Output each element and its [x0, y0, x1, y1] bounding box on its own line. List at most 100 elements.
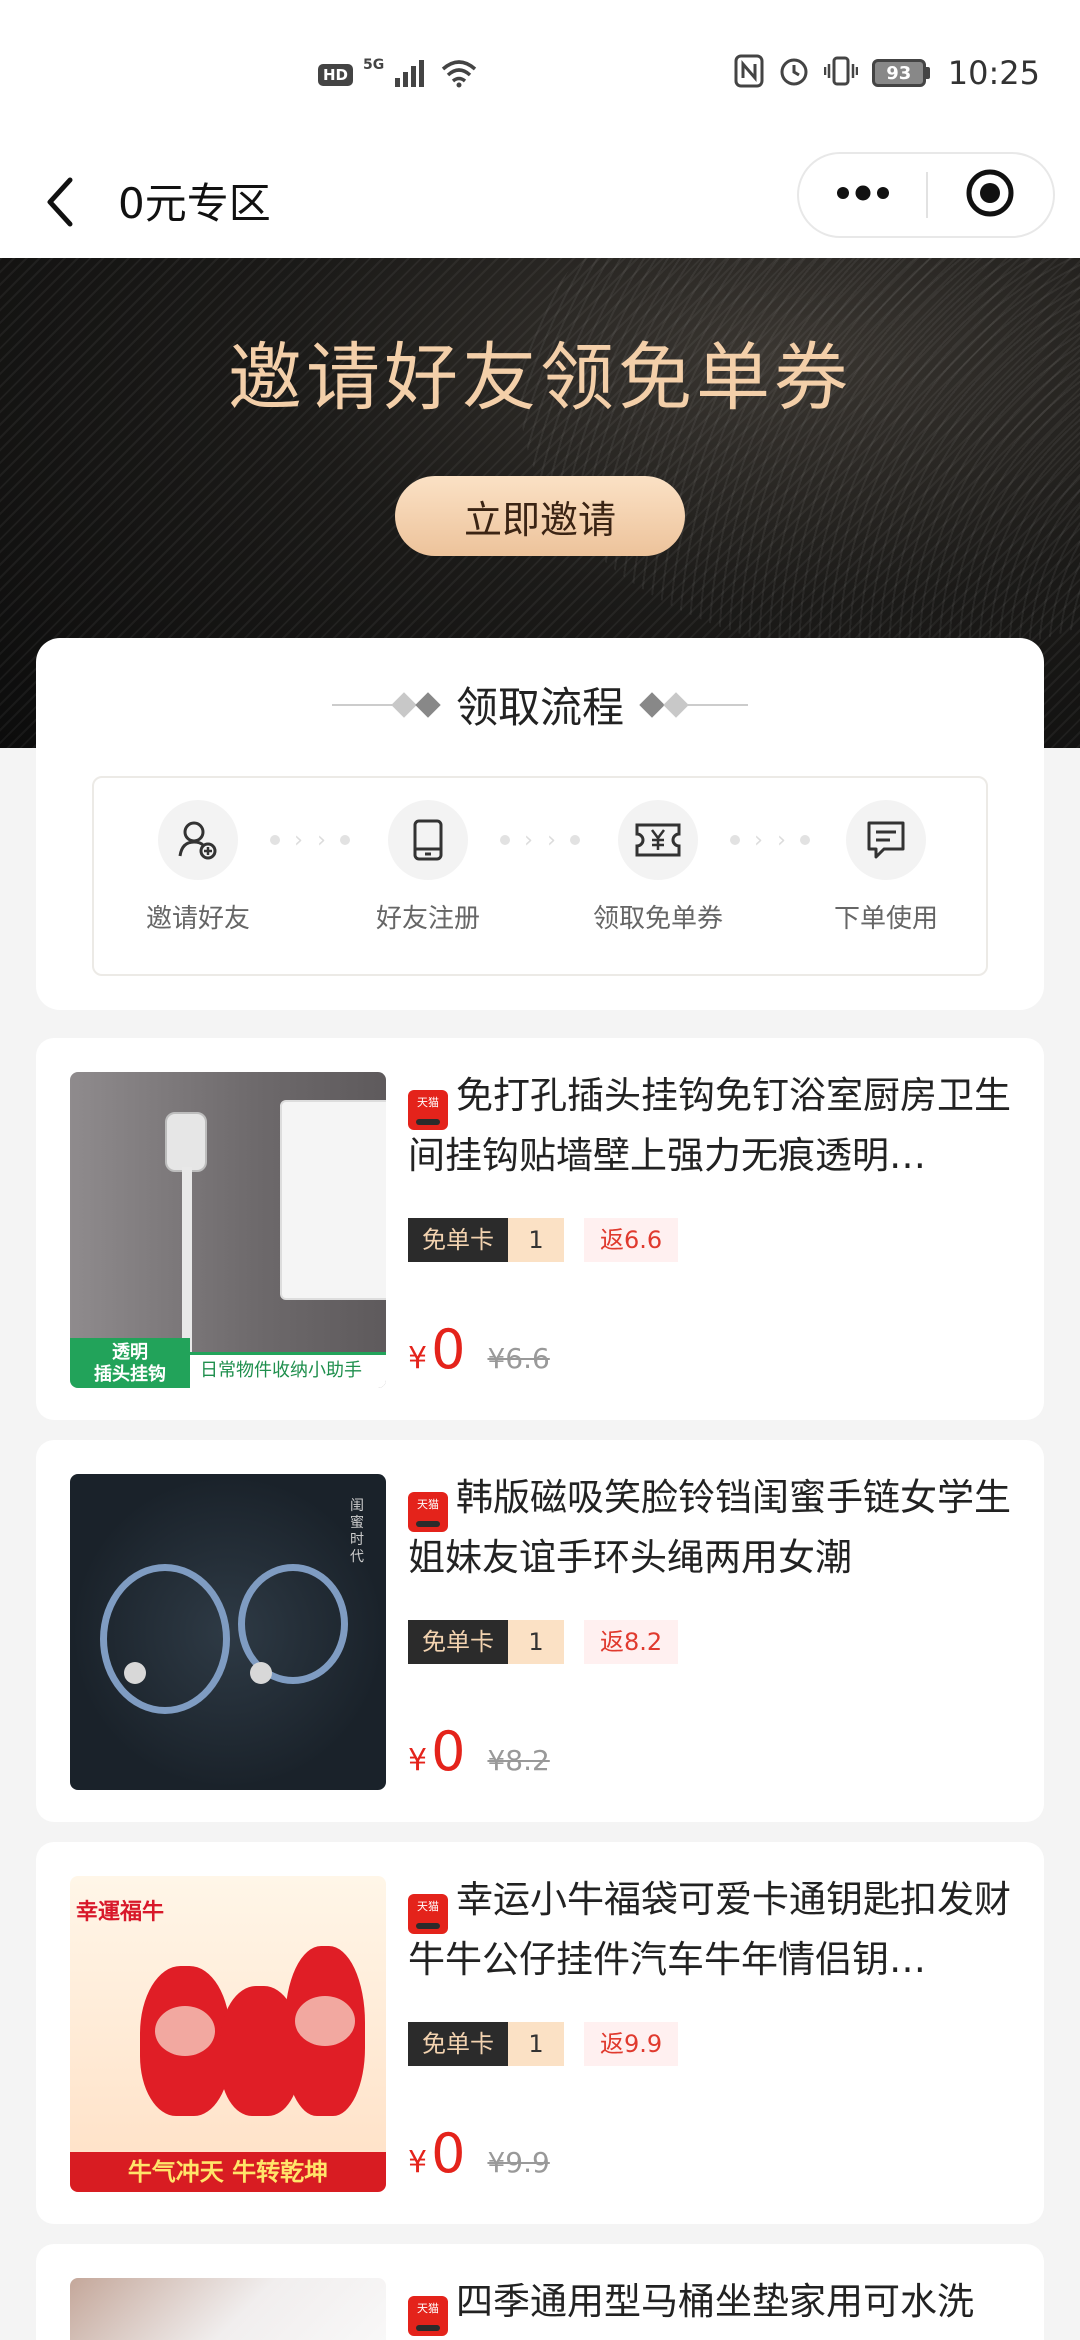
price-row: ¥ 0 ¥6.6	[408, 1318, 550, 1381]
voucher-row: 免单卡 1 返9.9	[408, 2022, 679, 2066]
hook-graphic	[165, 1112, 207, 1172]
thumb-tag-line2: 插头挂钩	[94, 1364, 166, 1385]
step-label: 下单使用	[833, 904, 938, 934]
chevron-left-icon	[45, 176, 75, 232]
current-price: 0	[431, 2122, 466, 2185]
step-label: 领取免单券	[592, 904, 723, 934]
heading-decoration-right	[639, 691, 748, 718]
status-bar: HD 5G 93 10:25	[0, 0, 1080, 150]
step-invite-friend: 邀请好友	[98, 800, 298, 935]
product-title[interactable]: 天猫 免打孔插头挂钩免钉浴室厨房卫生间挂钩贴墙壁上强力无痕透明…	[408, 1070, 1028, 1182]
wifi-icon	[440, 58, 478, 92]
process-heading: 领取流程	[36, 674, 1044, 735]
heading-decoration-left	[331, 691, 441, 718]
more-dots-icon	[835, 185, 891, 205]
nav-bar: 0元专区	[0, 150, 1080, 258]
more-button[interactable]	[799, 154, 926, 236]
voucher-count: 1	[508, 1218, 564, 1262]
product-card[interactable]: 天猫 四季通用型马桶坐垫家用可水洗	[36, 2244, 1044, 2340]
step-friend-register: 好友注册	[328, 800, 528, 935]
cow-face-graphic	[155, 2006, 215, 2056]
product-image[interactable]: 透明 插头挂钩 日常物件收纳小助手	[70, 1072, 386, 1388]
page-title: 0元专区	[118, 179, 271, 228]
battery-indicator: 93	[871, 59, 930, 87]
currency-symbol: ¥	[408, 1743, 428, 1778]
product-image[interactable]: 幸運福牛 牛气冲天 牛转乾坤	[70, 1876, 386, 2192]
phone-icon	[388, 800, 468, 880]
step-order-use: 下单使用	[786, 800, 986, 935]
thumb-vertical-text: 闺蜜时代	[350, 1498, 364, 1565]
mini-program-capsule	[797, 152, 1055, 238]
voucher-label: 免单卡	[408, 2022, 508, 2066]
product-card[interactable]: 闺蜜时代 天猫 韩版磁吸笑脸铃铛闺蜜手链女学生姐妹友谊手环头绳两用女潮 免单卡 1…	[36, 1440, 1044, 1822]
tmall-badge-icon: 天猫	[408, 1894, 448, 1934]
step-label: 邀请好友	[145, 904, 250, 934]
product-image[interactable]: 闺蜜时代	[70, 1474, 386, 1790]
user-add-icon	[158, 800, 238, 880]
voucher-row: 免单卡 1 返8.2	[408, 1620, 679, 1664]
clock-time: 10:25	[947, 54, 1040, 92]
message-order-icon	[846, 800, 926, 880]
steps-box: 邀请好友 › › 好友注册 › › 领取免单券 › › 下单使用	[92, 776, 988, 976]
alarm-icon	[778, 55, 810, 91]
bead-graphic	[124, 1662, 146, 1684]
step-label: 好友注册	[375, 904, 480, 934]
cow-face-graphic	[295, 1996, 355, 2046]
original-price: ¥8.2	[487, 1744, 550, 1777]
rebate-badge: 返8.2	[584, 1620, 679, 1664]
original-price: ¥9.9	[487, 2146, 550, 2179]
voucher-count: 1	[508, 2022, 564, 2066]
hd-badge: HD	[318, 64, 354, 86]
invite-now-button[interactable]: 立即邀请	[395, 476, 685, 556]
vibrate-icon	[823, 55, 859, 91]
product-title[interactable]: 天猫 幸运小牛福袋可爱卡通钥匙扣发财牛牛公仔挂件汽车牛年情侣钥…	[408, 1874, 1028, 1986]
thumb-top-text: 幸運福牛	[76, 1900, 165, 1925]
banner-title: 邀请好友领免单券	[228, 335, 852, 421]
thumb-tag: 透明 插头挂钩	[70, 1338, 190, 1388]
signal-icon	[394, 58, 430, 92]
wall-socket-graphic	[280, 1100, 386, 1300]
process-title: 领取流程	[455, 683, 624, 732]
voucher-row: 免单卡 1 返6.6	[408, 1218, 679, 1262]
rebate-badge: 返9.9	[584, 2022, 679, 2066]
product-card[interactable]: 透明 插头挂钩 日常物件收纳小助手 天猫 免打孔插头挂钩免钉浴室厨房卫生间挂钩贴墙…	[36, 1038, 1044, 1420]
process-card: 领取流程 邀请好友 › › 好友注册 › › 领取免单券 › › 下单使用	[36, 638, 1044, 1010]
close-button[interactable]	[928, 154, 1053, 236]
voucher-count: 1	[508, 1620, 564, 1664]
battery-tip	[925, 67, 930, 79]
tmall-badge-icon: 天猫	[408, 1090, 448, 1130]
nfc-icon	[734, 54, 764, 92]
product-title-text: 幸运小牛福袋可爱卡通钥匙扣发财牛牛公仔挂件汽车牛年情侣钥…	[408, 1878, 1011, 1981]
ticket-yen-icon	[618, 800, 698, 880]
tmall-badge-icon: 天猫	[408, 2296, 448, 2336]
network-label: 5G	[363, 57, 385, 73]
current-price: 0	[431, 1720, 466, 1783]
battery-level: 93	[871, 59, 926, 87]
product-title[interactable]: 天猫 韩版磁吸笑脸铃铛闺蜜手链女学生姐妹友谊手环头绳两用女潮	[408, 1472, 1028, 1584]
bead-graphic	[250, 1662, 272, 1684]
product-image[interactable]	[70, 2278, 386, 2340]
status-left: HD 5G	[318, 57, 478, 92]
currency-symbol: ¥	[408, 1341, 428, 1376]
status-right: 93 10:25	[734, 54, 1040, 92]
thumb-tag-text: 日常物件收纳小助手	[200, 1360, 362, 1381]
tmall-badge-icon: 天猫	[408, 1492, 448, 1532]
back-button[interactable]	[30, 164, 90, 244]
price-row: ¥ 0 ¥9.9	[408, 2122, 550, 2185]
target-circle-icon	[965, 168, 1015, 222]
currency-symbol: ¥	[408, 2145, 428, 2180]
thumb-tag-line1: 透明	[112, 1342, 148, 1363]
product-title-text: 免打孔插头挂钩免钉浴室厨房卫生间挂钩贴墙壁上强力无痕透明…	[408, 1074, 1011, 1177]
product-title-text: 韩版磁吸笑脸铃铛闺蜜手链女学生姐妹友谊手环头绳两用女潮	[408, 1476, 1011, 1579]
voucher-label: 免单卡	[408, 1218, 508, 1262]
bracelet-ring	[100, 1564, 230, 1714]
price-row: ¥ 0 ¥8.2	[408, 1720, 550, 1783]
step-claim-voucher: 领取免单券	[558, 800, 758, 935]
voucher-label: 免单卡	[408, 1620, 508, 1664]
product-title-text: 四季通用型马桶坐垫家用可水洗	[456, 2280, 974, 2323]
original-price: ¥6.6	[487, 1342, 550, 1375]
product-title[interactable]: 天猫 四季通用型马桶坐垫家用可水洗	[408, 2276, 1028, 2336]
product-card[interactable]: 幸運福牛 牛气冲天 牛转乾坤 天猫 幸运小牛福袋可爱卡通钥匙扣发财牛牛公仔挂件汽车…	[36, 1842, 1044, 2224]
thumb-bottom-text: 牛气冲天 牛转乾坤	[70, 2152, 386, 2192]
rebate-badge: 返6.6	[584, 1218, 679, 1262]
